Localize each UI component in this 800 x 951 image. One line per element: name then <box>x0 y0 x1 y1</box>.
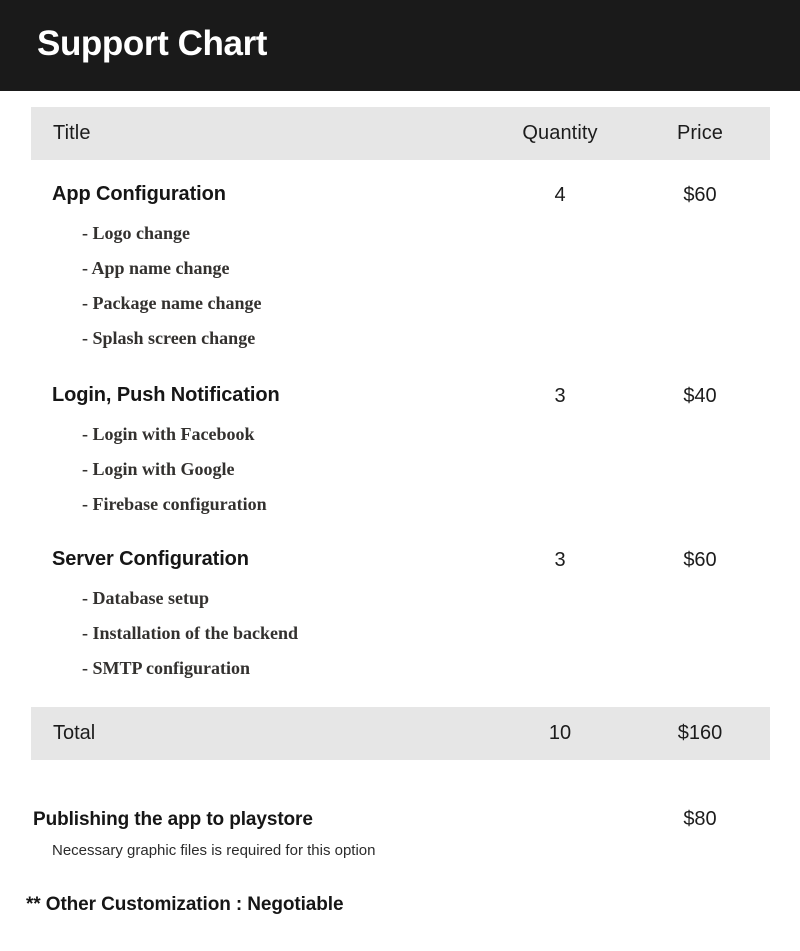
table-row: Login, Push Notification - Login with Fa… <box>31 361 770 525</box>
section-item-list: - Logo change - App name change - Packag… <box>52 207 490 356</box>
table-total-row: Total 10 $160 <box>31 707 770 760</box>
publishing-price: $80 <box>683 808 717 830</box>
page-title: Support Chart <box>37 24 268 63</box>
section-price: $40 <box>683 385 717 407</box>
list-item: - Database setup <box>82 588 210 608</box>
table-row: Server Configuration - Database setup - … <box>31 525 770 686</box>
publishing-title: Publishing the app to playstore <box>33 809 313 830</box>
column-header-price: Price <box>676 122 724 144</box>
page-header-band: Support Chart <box>0 0 800 91</box>
list-item: - Logo change <box>82 223 190 243</box>
list-item: - SMTP configuration <box>82 658 251 678</box>
total-label: Total <box>53 722 96 744</box>
pricing-table: Title Quantity Price App Configuration -… <box>31 107 770 760</box>
section-quantity: 3 <box>554 385 566 407</box>
list-item: - Firebase configuration <box>82 494 267 514</box>
support-chart-page: Support Chart Title Quantity Price App C… <box>0 0 800 951</box>
list-item: - Login with Facebook <box>82 424 255 444</box>
section-title: App Configuration <box>52 183 226 205</box>
column-header-quantity: Quantity <box>522 122 598 144</box>
publishing-section: Publishing the app to playstore $80 Nece… <box>33 808 770 859</box>
section-item-list: - Login with Facebook - Login with Googl… <box>52 408 490 522</box>
list-item: - App name change <box>82 258 230 278</box>
total-price: $160 <box>677 722 723 744</box>
section-quantity: 3 <box>554 549 566 571</box>
column-header-title: Title <box>53 122 91 144</box>
publishing-row: Publishing the app to playstore $80 <box>33 808 770 831</box>
other-customization-note: ** Other Customization : Negotiable <box>26 894 344 915</box>
section-price: $60 <box>683 549 717 571</box>
list-item: - Splash screen change <box>82 328 256 348</box>
list-item: - Package name change <box>82 293 262 313</box>
section-price: $60 <box>683 184 717 206</box>
section-quantity: 4 <box>554 184 566 206</box>
publishing-note: Necessary graphic files is required for … <box>52 842 376 859</box>
total-quantity: 10 <box>548 722 572 744</box>
section-title: Server Configuration <box>52 548 249 570</box>
table-header-row: Title Quantity Price <box>31 107 770 160</box>
table-row: App Configuration - Logo change - App na… <box>31 160 770 361</box>
list-item: - Installation of the backend <box>82 623 299 643</box>
list-item: - Login with Google <box>82 459 235 479</box>
section-item-list: - Database setup - Installation of the b… <box>52 572 490 686</box>
section-title: Login, Push Notification <box>52 384 280 406</box>
